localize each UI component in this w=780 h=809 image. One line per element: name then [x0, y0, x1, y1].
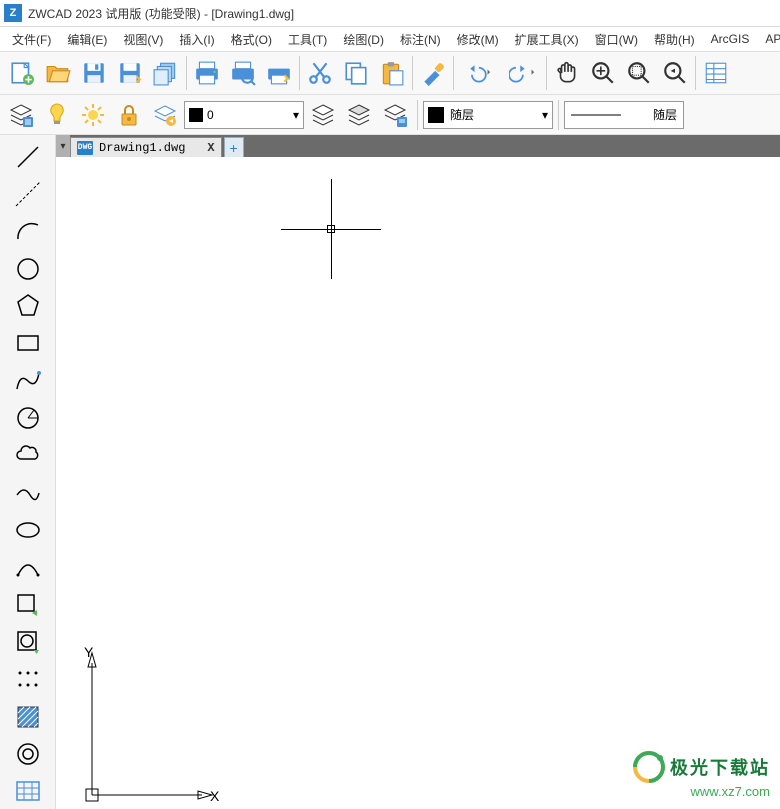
properties-button[interactable] — [698, 55, 734, 91]
save-button[interactable] — [76, 55, 112, 91]
titlebar: Z ZWCAD 2023 试用版 (功能受限) - [Drawing1.dwg] — [0, 0, 780, 27]
app-icon: Z — [4, 4, 22, 22]
menu-insert[interactable]: 插入(I) — [175, 29, 218, 50]
arc-tool[interactable] — [6, 214, 50, 249]
work-area: ▾ DWG Drawing1.dwg X + Y X — [0, 135, 780, 809]
color-label: 随层 — [450, 106, 474, 123]
hatch-tool[interactable] — [6, 699, 50, 734]
drawing-canvas[interactable]: Y X 极光下载站 www.xz7.com — [56, 157, 780, 809]
construction-line-tool[interactable] — [6, 176, 50, 211]
color-swatch — [428, 107, 444, 123]
tab-label: Drawing1.dwg — [99, 141, 185, 155]
menu-file[interactable]: 文件(F) — [8, 29, 55, 50]
dwg-icon: DWG — [77, 141, 93, 155]
print-button[interactable] — [189, 55, 225, 91]
redo-button[interactable] — [500, 55, 544, 91]
layer-lock-icon[interactable] — [112, 98, 146, 132]
zoom-realtime-button[interactable] — [585, 55, 621, 91]
donut-tool[interactable] — [6, 736, 50, 771]
match-props-button[interactable] — [415, 55, 451, 91]
layer-color-swatch — [189, 108, 203, 122]
tab-close-button[interactable]: X — [207, 141, 214, 155]
spline-tool[interactable] — [6, 363, 50, 398]
revision-cloud-tool[interactable] — [6, 438, 50, 473]
layer-walk-button[interactable] — [342, 98, 376, 132]
menu-draw[interactable]: 绘图(D) — [339, 29, 388, 50]
paste-button[interactable] — [374, 55, 410, 91]
chevron-down-icon: ▾ — [293, 108, 299, 122]
color-combo[interactable]: 随层 ▾ — [423, 101, 553, 129]
layer-on-icon[interactable] — [40, 98, 74, 132]
open-button[interactable] — [40, 55, 76, 91]
watermark: 极光下载站 www.xz7.com — [632, 750, 770, 799]
zoom-window-button[interactable] — [621, 55, 657, 91]
layer-isolate-button[interactable] — [378, 98, 412, 132]
tab-new-button[interactable]: + — [224, 137, 244, 157]
ellipse-arc-tool[interactable] — [6, 400, 50, 435]
line-tool[interactable] — [6, 139, 50, 174]
table-tool[interactable] — [6, 774, 50, 809]
document-tab-strip: ▾ DWG Drawing1.dwg X + — [56, 135, 780, 157]
menu-edit[interactable]: 编辑(E) — [63, 29, 111, 50]
layer-toolbar: 0 ▾ 随层 ▾ 随层 — [0, 95, 780, 135]
divider-tool[interactable] — [6, 550, 50, 585]
plot-button[interactable] — [261, 55, 297, 91]
linetype-preview-icon — [571, 111, 621, 119]
ucs-icon: Y X — [72, 645, 222, 805]
linetype-label: 随层 — [653, 106, 677, 123]
canvas-area: ▾ DWG Drawing1.dwg X + Y X — [56, 135, 780, 809]
chevron-down-icon: ▾ — [542, 108, 548, 122]
copy-button[interactable] — [338, 55, 374, 91]
menu-modify[interactable]: 修改(M) — [453, 29, 503, 50]
undo-button[interactable] — [456, 55, 500, 91]
linetype-combo[interactable]: 随层 — [564, 101, 684, 129]
menu-view[interactable]: 视图(V) — [119, 29, 167, 50]
svg-text:X: X — [210, 788, 220, 804]
menubar: 文件(F) 编辑(E) 视图(V) 插入(I) 格式(O) 工具(T) 绘图(D… — [0, 27, 780, 51]
batch-button[interactable] — [148, 55, 184, 91]
ellipse-tool[interactable] — [6, 512, 50, 547]
window-title: ZWCAD 2023 试用版 (功能受限) - [Drawing1.dwg] — [28, 5, 294, 22]
layer-freeze-icon[interactable] — [76, 98, 110, 132]
make-block-tool[interactable] — [6, 624, 50, 659]
layer-manager-button[interactable] — [4, 98, 38, 132]
tab-handle[interactable]: ▾ — [56, 135, 70, 157]
main-toolbar — [0, 51, 780, 95]
rectangle-tool[interactable] — [6, 326, 50, 361]
watermark-logo-icon — [632, 750, 666, 784]
menu-arcgis[interactable]: ArcGIS — [707, 30, 754, 48]
cut-button[interactable] — [302, 55, 338, 91]
menu-app-plus[interactable]: APP+ — [761, 30, 780, 48]
watermark-title: 极光下载站 — [670, 754, 770, 780]
zoom-previous-button[interactable] — [657, 55, 693, 91]
insert-block-tool[interactable] — [6, 587, 50, 622]
print-preview-button[interactable] — [225, 55, 261, 91]
new-button[interactable] — [4, 55, 40, 91]
document-tab[interactable]: DWG Drawing1.dwg X — [70, 137, 222, 157]
layer-states-button[interactable] — [306, 98, 340, 132]
menu-dimension[interactable]: 标注(N) — [396, 29, 445, 50]
menu-tools[interactable]: 工具(T) — [284, 29, 331, 50]
menu-window[interactable]: 窗口(W) — [591, 29, 642, 50]
layer-previous-button[interactable] — [148, 98, 182, 132]
polygon-tool[interactable] — [6, 288, 50, 323]
layer-combo[interactable]: 0 ▾ — [184, 101, 304, 129]
menu-format[interactable]: 格式(O) — [227, 29, 276, 50]
spline-fit-tool[interactable] — [6, 475, 50, 510]
circle-tool[interactable] — [6, 251, 50, 286]
draw-toolbar — [0, 135, 56, 809]
watermark-url: www.xz7.com — [632, 784, 770, 799]
layer-name-value: 0 — [207, 108, 214, 122]
svg-text:Y: Y — [84, 645, 94, 660]
menu-help[interactable]: 帮助(H) — [650, 29, 699, 50]
saveas-button[interactable] — [112, 55, 148, 91]
pan-button[interactable] — [549, 55, 585, 91]
menu-ext-tools[interactable]: 扩展工具(X) — [511, 29, 583, 50]
point-tool[interactable] — [6, 662, 50, 697]
